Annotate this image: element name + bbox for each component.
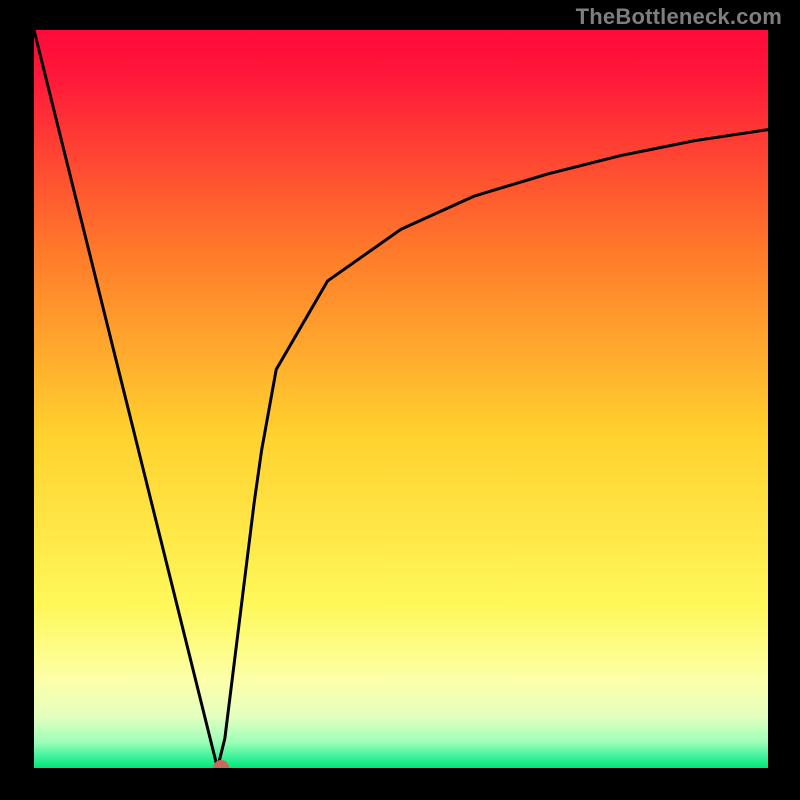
gradient-background [34,30,768,768]
watermark-text: TheBottleneck.com [576,4,782,30]
chart-frame: TheBottleneck.com [0,0,800,800]
chart-plot [34,30,768,768]
